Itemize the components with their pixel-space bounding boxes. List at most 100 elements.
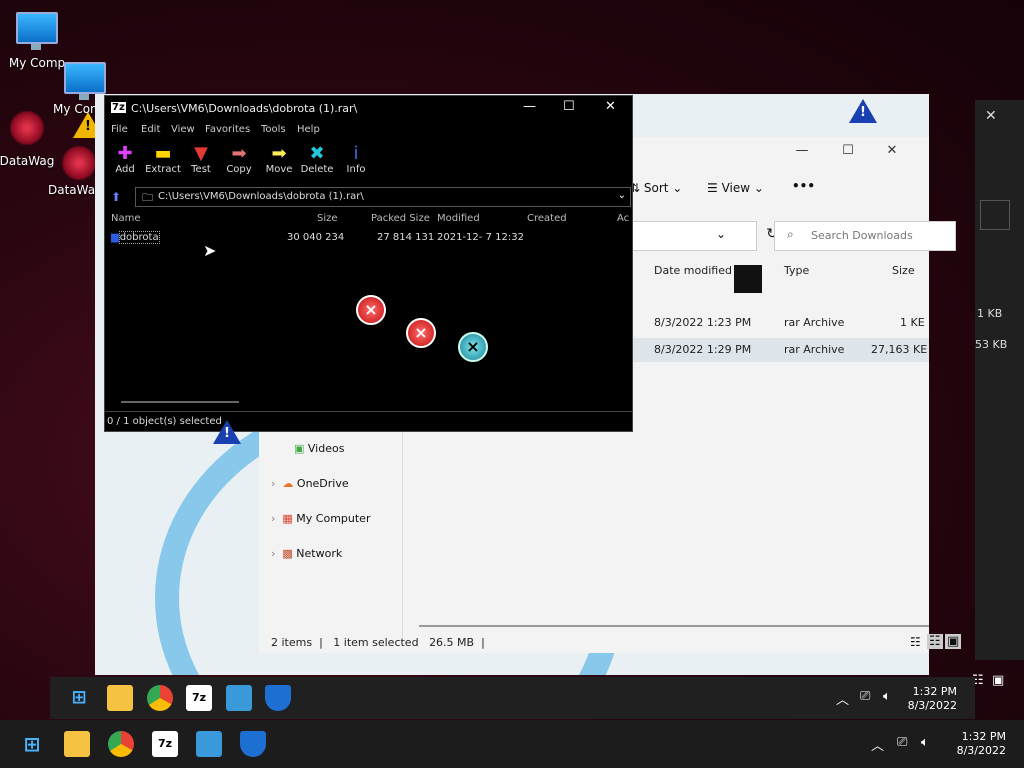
status-bar: 2 items | 1 item selected 26.5 MB | bbox=[271, 636, 485, 649]
cloud-icon: ☁ bbox=[282, 477, 297, 490]
column-thumbnail bbox=[734, 265, 762, 293]
defender-icon[interactable] bbox=[240, 731, 266, 757]
windows-start-icon[interactable]: ⊞ bbox=[19, 731, 45, 757]
size-cell: 1 KB bbox=[977, 307, 1003, 320]
taskbar: ⊞ 7z ︿ ⎚ 🔈︎ 1:32 PM 8/3/2022 bbox=[0, 720, 1024, 768]
column-size[interactable]: Size bbox=[892, 264, 915, 277]
network-icon: ▩ bbox=[282, 547, 297, 560]
chevron-up-icon[interactable]: ︿ bbox=[871, 735, 884, 754]
clock[interactable]: 1:32 PM 8/3/2022 bbox=[948, 730, 1006, 758]
network-tray-icon[interactable]: ⎚ bbox=[860, 689, 870, 704]
sort-button[interactable]: ⇅ Sort ⌄ bbox=[630, 181, 682, 195]
menu-favorites[interactable]: Favorites bbox=[205, 124, 250, 135]
nav-item-network[interactable]: › ▩ Network bbox=[271, 547, 342, 560]
column-modified[interactable]: Modified bbox=[437, 213, 480, 224]
column-accessed[interactable]: Ac bbox=[617, 213, 629, 224]
sevenzip-taskbar-icon[interactable]: 7z bbox=[152, 731, 178, 757]
details-view-icon[interactable]: ☷ bbox=[927, 634, 943, 649]
column-type[interactable]: Type bbox=[784, 264, 809, 277]
close-button[interactable]: ✕ bbox=[605, 99, 616, 114]
videos-icon: ▣ bbox=[294, 442, 308, 455]
nav-item-onedrive[interactable]: › ☁ OneDrive bbox=[271, 477, 349, 490]
menu-file[interactable]: File bbox=[111, 124, 128, 135]
column-date-modified[interactable]: Date modified bbox=[654, 264, 732, 277]
chevron-right-icon: › bbox=[271, 477, 283, 490]
move-button[interactable]: ➡ Move bbox=[259, 143, 299, 176]
table-row-selected[interactable]: 8/3/2022 1:29 PM rar Archive 27,163 KE bbox=[629, 338, 929, 362]
windows-start-icon[interactable]: ⊞ bbox=[66, 685, 92, 711]
copy-arrow-icon: ➡ bbox=[231, 143, 247, 164]
file-explorer-icon[interactable] bbox=[64, 731, 90, 757]
mouse-cursor-icon: ➤ bbox=[203, 241, 217, 260]
error-icon: × bbox=[458, 332, 488, 362]
menu-edit[interactable]: Edit bbox=[141, 124, 160, 135]
network-tray-icon[interactable]: ⎚ bbox=[897, 735, 907, 750]
tiles-view-icon[interactable]: ▣ bbox=[945, 634, 962, 649]
column-created[interactable]: Created bbox=[527, 213, 567, 224]
path-field[interactable]: 🗀 C:\Users\VM6\Downloads\dobrota (1).rar… bbox=[135, 187, 631, 207]
error-icon: × bbox=[356, 295, 386, 325]
details-view-icon[interactable]: ☷ bbox=[910, 635, 921, 649]
column-name[interactable]: Name bbox=[111, 213, 141, 224]
warning-icon: ! bbox=[213, 420, 241, 444]
copy-button[interactable]: ➡ Copy bbox=[219, 143, 259, 176]
folder-icon: 🗀 bbox=[142, 191, 153, 204]
file-size: 30 040 234 bbox=[287, 232, 345, 243]
ghost-clock[interactable]: 1:32 PM 8/3/2022 bbox=[905, 685, 957, 713]
file-row[interactable]: ▆dobrota bbox=[111, 231, 160, 244]
notepad-icon[interactable] bbox=[196, 731, 222, 757]
datawag-icon bbox=[9, 110, 45, 146]
monitor-icon bbox=[16, 12, 58, 50]
file-explorer-icon[interactable] bbox=[107, 685, 133, 711]
minus-icon: ▬ bbox=[154, 143, 172, 164]
monitor-icon bbox=[64, 62, 106, 100]
column-packed-size[interactable]: Packed Size bbox=[371, 213, 430, 224]
menu-view[interactable]: View bbox=[171, 124, 195, 135]
chrome-icon[interactable] bbox=[147, 685, 173, 711]
minimize-button[interactable]: — bbox=[523, 99, 536, 114]
more-options-button[interactable]: ••• bbox=[792, 179, 815, 193]
move-arrow-icon: ➡ bbox=[271, 143, 287, 164]
chevron-right-icon: › bbox=[271, 547, 283, 560]
datawag-icon bbox=[61, 145, 97, 181]
menu-tools[interactable]: Tools bbox=[261, 124, 286, 135]
delete-button[interactable]: ✖ Delete bbox=[297, 143, 337, 176]
search-input[interactable]: Search Downloads bbox=[774, 221, 956, 251]
horizontal-scrollbar[interactable] bbox=[121, 401, 239, 403]
maximize-button[interactable]: ☐ bbox=[563, 99, 575, 114]
chevron-down-icon[interactable]: ⌄ bbox=[716, 227, 726, 241]
add-button[interactable]: ✚ Add bbox=[105, 144, 145, 176]
error-icon: × bbox=[406, 318, 436, 348]
horizontal-scrollbar[interactable] bbox=[419, 625, 929, 627]
warning-icon: ! bbox=[849, 99, 877, 123]
file-packed-size: 27 814 131 bbox=[377, 232, 435, 243]
chrome-icon[interactable] bbox=[108, 731, 134, 757]
volume-icon[interactable]: 🔈︎ bbox=[883, 689, 891, 704]
nav-item-my-computer[interactable]: › ▦ My Computer bbox=[271, 512, 370, 525]
info-button[interactable]: i Info bbox=[336, 144, 376, 176]
notepad-icon[interactable] bbox=[226, 685, 252, 711]
search-box[interactable] bbox=[980, 200, 1010, 230]
size-cell: 53 KB bbox=[975, 338, 1008, 351]
sevenzip-taskbar-icon[interactable]: 7z bbox=[186, 685, 212, 711]
nav-item-videos[interactable]: ▣ Videos bbox=[294, 442, 344, 455]
chevron-down-icon[interactable]: ⌄ bbox=[618, 190, 626, 201]
close-button[interactable]: ✕ bbox=[869, 137, 915, 165]
delete-x-icon: ✖ bbox=[309, 143, 325, 164]
close-icon[interactable]: ✕ bbox=[985, 108, 997, 124]
sevenzip-window: 7z C:\Users\VM6\Downloads\dobrota (1).ra… bbox=[104, 95, 633, 432]
table-row[interactable]: 8/3/2022 1:23 PM rar Archive 1 KE bbox=[629, 311, 929, 335]
tiles-view-icon[interactable]: ▣ bbox=[992, 673, 1004, 688]
test-button[interactable]: ▼ Test bbox=[181, 144, 221, 176]
menu-help[interactable]: Help bbox=[297, 124, 320, 135]
chevron-up-icon[interactable]: ︿ bbox=[836, 689, 849, 708]
maximize-button[interactable]: ☐ bbox=[825, 137, 871, 165]
defender-icon[interactable] bbox=[265, 685, 291, 711]
volume-icon[interactable]: 🔈︎ bbox=[921, 735, 929, 750]
extract-button[interactable]: ▬ Extract bbox=[143, 143, 183, 176]
column-size[interactable]: Size bbox=[317, 213, 338, 224]
up-folder-icon[interactable]: ⬆ bbox=[111, 190, 121, 204]
dark-side-window: ✕ 1 KB 53 KB bbox=[975, 100, 1024, 660]
minimize-button[interactable]: — bbox=[779, 137, 825, 165]
view-button[interactable]: ☰ View ⌄ bbox=[707, 181, 764, 195]
